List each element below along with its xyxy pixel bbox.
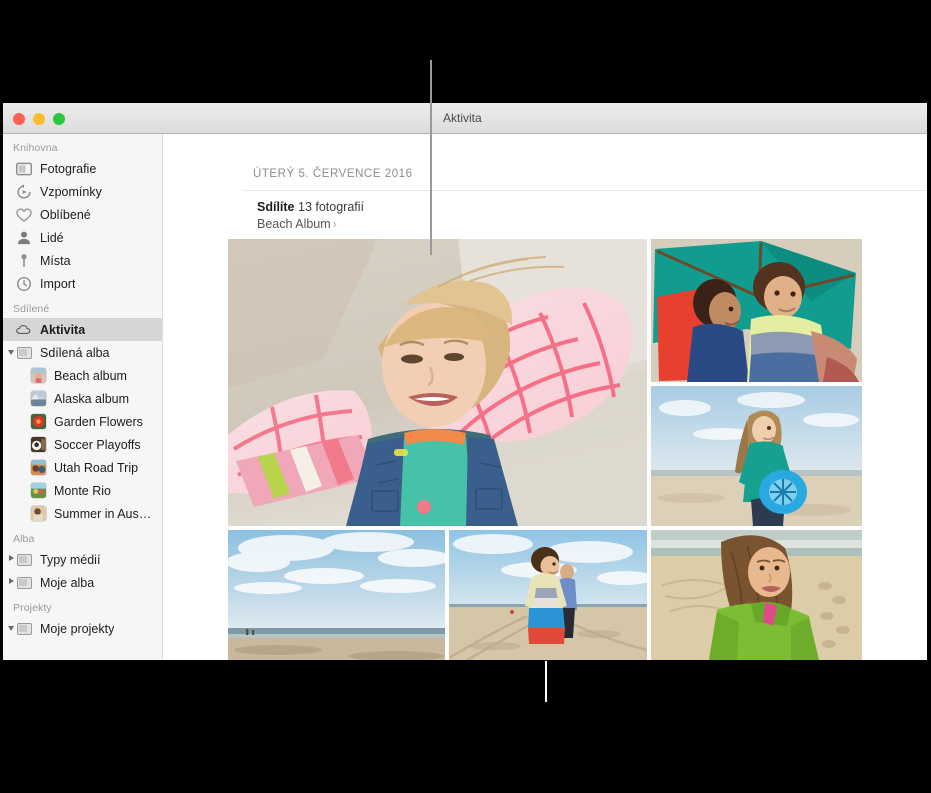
folder-icon: [15, 575, 33, 591]
sidebar-item-beach-album[interactable]: Beach album: [3, 364, 162, 387]
callout-line-bottom: [545, 661, 547, 702]
photo-girl-in-green-jacket[interactable]: [651, 530, 862, 660]
sidebar-item-garden-flowers[interactable]: Garden Flowers: [3, 410, 162, 433]
sidebar-item-label: Moje projekty: [40, 622, 114, 636]
share-prefix: Sdílíte: [257, 200, 295, 214]
sidebar-item-fotografie[interactable]: Fotografie: [3, 157, 162, 180]
album-thumbnail-icon: [29, 414, 47, 430]
album-thumbnail-icon: [29, 460, 47, 476]
sidebar-item-label: Vzpomínky: [40, 185, 102, 199]
photo-girl-with-frisbee[interactable]: [651, 386, 862, 526]
sidebar-item-label: Alaska album: [54, 392, 129, 406]
sidebar-item-label: Oblíbené: [40, 208, 91, 222]
album-thumbnail-icon: [29, 506, 47, 522]
pin-icon: [15, 253, 33, 269]
header-divider: [243, 190, 927, 191]
sidebar-item-label: Sdílená alba: [40, 346, 110, 360]
sidebar-item-moje-alba[interactable]: Moje alba: [3, 571, 162, 594]
album-thumbnail-icon: [29, 483, 47, 499]
sidebar-section-header-albums: Alba: [3, 525, 162, 548]
folder-icon: [15, 345, 33, 361]
cloud-icon: [15, 322, 33, 338]
traffic-lights: [13, 113, 65, 125]
window-title: Aktivita: [443, 111, 482, 125]
album-link[interactable]: Beach Album›: [257, 217, 337, 231]
sidebar-item-label: Místa: [40, 254, 71, 268]
folder-icon: [15, 552, 33, 568]
chevron-down-icon[interactable]: [8, 626, 14, 631]
sidebar-item-label: Beach album: [54, 369, 127, 383]
sidebar-item-sdilena-alba[interactable]: Sdílená alba: [3, 341, 162, 364]
album-name-label: Beach Album: [257, 217, 331, 231]
share-status-line: Sdílíte 13 fotografií: [257, 200, 364, 214]
memories-icon: [15, 184, 33, 200]
album-thumbnail-icon: [29, 437, 47, 453]
sidebar-item-import[interactable]: Import: [3, 272, 162, 295]
sidebar-item-label: Moje alba: [40, 576, 94, 590]
sidebar-section-header-projects: Projekty: [3, 594, 162, 617]
person-icon: [15, 230, 33, 246]
sidebar-item-label: Monte Rio: [54, 484, 111, 498]
minimize-window-button[interactable]: [33, 113, 45, 125]
sidebar-item-label: Soccer Playoffs: [54, 438, 141, 452]
sidebar-item-label: Import: [40, 277, 75, 291]
sidebar-item-typy-medii[interactable]: Typy médií: [3, 548, 162, 571]
sidebar-item-label: Aktivita: [40, 323, 85, 337]
sidebar-item-alaska-album[interactable]: Alaska album: [3, 387, 162, 410]
sidebar-section-header-library: Knihovna: [3, 134, 162, 157]
sidebar-item-label: Lidé: [40, 231, 64, 245]
folder-icon: [15, 621, 33, 637]
callout-line-top: [430, 60, 432, 255]
maximize-window-button[interactable]: [53, 113, 65, 125]
sidebar-item-label: Fotografie: [40, 162, 96, 176]
chevron-right-icon[interactable]: [9, 555, 14, 561]
close-window-button[interactable]: [13, 113, 25, 125]
share-count: 13 fotografií: [298, 200, 364, 214]
sidebar-section-header-shared: Sdílené: [3, 295, 162, 318]
chevron-right-icon[interactable]: [9, 578, 14, 584]
sidebar-item-label: Garden Flowers: [54, 415, 143, 429]
sidebar-item-monte-rio[interactable]: Monte Rio: [3, 479, 162, 502]
photos-icon: [15, 161, 33, 177]
album-thumbnail-icon: [29, 368, 47, 384]
activity-content-area: ÚTERÝ 5. ČERVENCE 2016 Sdílíte 13 fotogr…: [164, 134, 927, 660]
sidebar[interactable]: Knihovna Fotografie Vzpomínky Oblíbené L…: [3, 134, 163, 660]
sidebar-item-soccer-playoffs[interactable]: Soccer Playoffs: [3, 433, 162, 456]
sidebar-item-utah-road-trip[interactable]: Utah Road Trip: [3, 456, 162, 479]
sidebar-item-vzpominky[interactable]: Vzpomínky: [3, 180, 162, 203]
chevron-down-icon[interactable]: [8, 350, 14, 355]
sidebar-item-aktivita[interactable]: Aktivita: [3, 318, 162, 341]
photo-boy-walking-beach[interactable]: [449, 530, 647, 660]
date-heading: ÚTERÝ 5. ČERVENCE 2016: [253, 168, 413, 180]
sidebar-item-label: Summer in Aus…: [54, 507, 151, 521]
window-titlebar: Aktivita: [3, 103, 927, 134]
chevron-right-icon: ›: [333, 217, 337, 231]
heart-icon: [15, 207, 33, 223]
album-thumbnail-icon: [29, 391, 47, 407]
clock-icon: [15, 276, 33, 292]
sidebar-item-label: Typy médií: [40, 553, 100, 567]
photo-grid: [228, 239, 862, 660]
sidebar-item-oblibene[interactable]: Oblíbené: [3, 203, 162, 226]
photos-app-window: Aktivita Knihovna Fotografie Vzpomínky O…: [3, 103, 927, 660]
photo-girl-with-towel[interactable]: [228, 239, 647, 526]
sidebar-item-label: Utah Road Trip: [54, 461, 138, 475]
photo-mother-and-son-in-tent[interactable]: [651, 239, 862, 382]
sidebar-item-summer-in-aus[interactable]: Summer in Aus…: [3, 502, 162, 525]
sidebar-item-moje-projekty[interactable]: Moje projekty: [3, 617, 162, 640]
sidebar-item-lide[interactable]: Lidé: [3, 226, 162, 249]
photo-empty-beach-sky[interactable]: [228, 530, 445, 660]
sidebar-item-mista[interactable]: Místa: [3, 249, 162, 272]
